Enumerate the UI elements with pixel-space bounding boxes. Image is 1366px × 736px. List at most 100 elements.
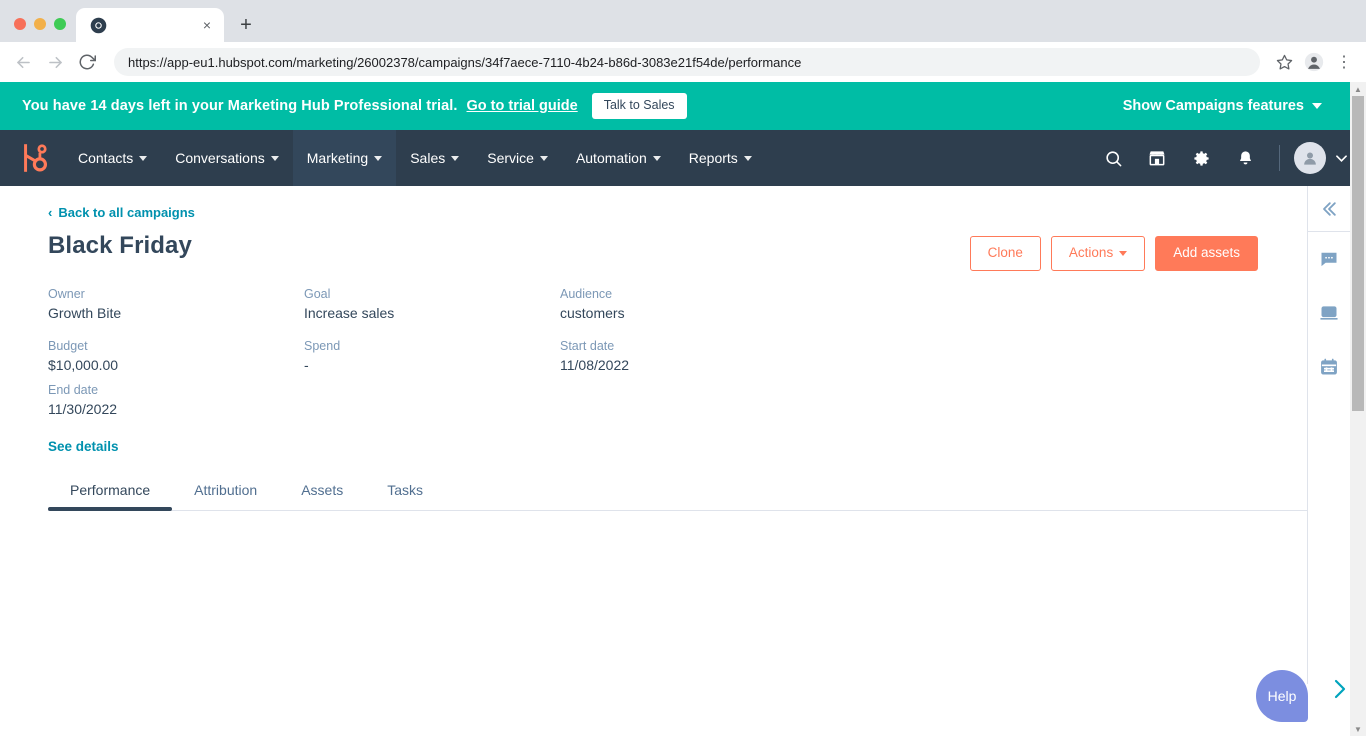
meta-audience: Audience customers — [560, 287, 948, 339]
nav-item-reports-label: Reports — [689, 150, 738, 166]
search-icon[interactable] — [1093, 138, 1133, 178]
account-menu-chevron-icon[interactable] — [1330, 138, 1352, 178]
browser-tab[interactable]: × — [76, 8, 224, 42]
chevron-left-icon: ‹ — [48, 206, 52, 219]
meta-budget-label: Budget — [48, 339, 304, 353]
back-icon[interactable] — [8, 47, 38, 77]
add-assets-button[interactable]: Add assets — [1155, 236, 1258, 271]
url-text: https://app-eu1.hubspot.com/marketing/26… — [128, 55, 801, 70]
nav-item-reports[interactable]: Reports — [675, 130, 766, 186]
new-tab-button[interactable]: + — [232, 11, 260, 39]
page-title: Black Friday — [48, 232, 192, 260]
meta-audience-label: Audience — [560, 287, 948, 301]
browser-toolbar: https://app-eu1.hubspot.com/marketing/26… — [0, 42, 1366, 82]
chevron-down-icon — [1312, 103, 1322, 109]
nav-item-sales-label: Sales — [410, 150, 445, 166]
profile-avatar-icon[interactable] — [1300, 48, 1328, 76]
page-scrollbar[interactable]: ▲ ▼ — [1350, 82, 1366, 736]
help-button[interactable]: Help — [1256, 670, 1308, 722]
tab-performance[interactable]: Performance — [48, 470, 172, 510]
page-body: ‹ Back to all campaigns Black Friday Clo… — [0, 186, 1366, 684]
hubspot-main-nav: Contacts Conversations Marketing Sales S… — [0, 130, 1366, 186]
meta-owner-value: Growth Bite — [48, 305, 304, 321]
nav-item-marketing[interactable]: Marketing — [293, 130, 396, 186]
tab-assets[interactable]: Assets — [279, 470, 365, 510]
meta-spend-label: Spend — [304, 339, 560, 353]
talk-to-sales-button[interactable]: Talk to Sales — [592, 93, 687, 119]
avatar[interactable] — [1294, 142, 1326, 174]
meta-goal-label: Goal — [304, 287, 560, 301]
chrome-icon — [90, 17, 107, 34]
bell-icon[interactable] — [1225, 138, 1265, 178]
expand-panel-chevron-icon[interactable] — [1332, 678, 1348, 706]
reload-icon[interactable] — [72, 47, 102, 77]
chevron-down-icon — [653, 156, 661, 161]
campaign-meta-grid: Owner Growth Bite Goal Increase sales Au… — [48, 287, 948, 435]
meta-enddate-value: 11/30/2022 — [48, 401, 304, 417]
minimize-window-button[interactable] — [34, 18, 46, 30]
meta-startdate-value: 11/08/2022 — [560, 357, 948, 373]
window-icon[interactable] — [1308, 286, 1350, 340]
campaign-header: ‹ Back to all campaigns Black Friday Clo… — [0, 186, 1307, 456]
hubspot-sprocket-logo[interactable] — [16, 141, 50, 175]
back-to-campaigns-label: Back to all campaigns — [58, 205, 195, 220]
tab-tasks[interactable]: Tasks — [365, 470, 445, 510]
campaign-detail-main: ‹ Back to all campaigns Black Friday Clo… — [0, 186, 1307, 684]
scroll-up-arrow-icon[interactable]: ▲ — [1350, 82, 1366, 96]
meta-audience-value: customers — [560, 305, 948, 321]
actions-button[interactable]: Actions — [1051, 236, 1145, 271]
meta-spend: Spend - — [304, 339, 560, 435]
meta-enddate-label: End date — [48, 383, 304, 397]
chevron-down-icon — [374, 156, 382, 161]
meta-spend-value: - — [304, 357, 560, 373]
back-to-campaigns-link[interactable]: ‹ Back to all campaigns — [48, 205, 195, 220]
nav-item-contacts-label: Contacts — [78, 150, 133, 166]
chat-icon[interactable] — [1308, 232, 1350, 286]
nav-item-conversations[interactable]: Conversations — [161, 130, 293, 186]
scrollbar-thumb[interactable] — [1352, 96, 1364, 411]
meta-budget: Budget $10,000.00 End date 11/30/2022 — [48, 339, 304, 435]
trial-guide-link[interactable]: Go to trial guide — [467, 98, 578, 114]
meta-budget-value: $10,000.00 — [48, 357, 304, 373]
clone-button[interactable]: Clone — [970, 236, 1041, 271]
close-window-button[interactable] — [14, 18, 26, 30]
actions-button-label: Actions — [1069, 245, 1113, 260]
gear-icon[interactable] — [1181, 138, 1221, 178]
chevron-down-icon — [1119, 251, 1127, 256]
tab-attribution[interactable]: Attribution — [172, 470, 279, 510]
marketplace-icon[interactable] — [1137, 138, 1177, 178]
show-campaigns-features-label: Show Campaigns features — [1123, 98, 1304, 114]
right-sidebar — [1307, 186, 1350, 684]
nav-item-contacts[interactable]: Contacts — [64, 130, 161, 186]
meta-owner-label: Owner — [48, 287, 304, 301]
close-tab-button[interactable]: × — [198, 16, 216, 34]
nav-item-automation[interactable]: Automation — [562, 130, 675, 186]
nav-item-service-label: Service — [487, 150, 534, 166]
chevron-down-icon — [271, 156, 279, 161]
nav-item-sales[interactable]: Sales — [396, 130, 473, 186]
trial-message: You have 14 days left in your Marketing … — [22, 98, 458, 114]
meta-goal: Goal Increase sales — [304, 287, 560, 339]
address-bar[interactable]: https://app-eu1.hubspot.com/marketing/26… — [114, 48, 1260, 76]
nav-item-conversations-label: Conversations — [175, 150, 265, 166]
nav-item-marketing-label: Marketing — [307, 150, 368, 166]
title-row: Black Friday Clone Actions Add assets — [48, 222, 1283, 271]
calendar-icon[interactable] — [1308, 340, 1350, 394]
browser-menu-icon[interactable]: ⋮ — [1330, 48, 1358, 76]
nav-item-service[interactable]: Service — [473, 130, 562, 186]
bookmark-star-icon[interactable] — [1270, 48, 1298, 76]
forward-icon[interactable] — [40, 47, 70, 77]
nav-divider — [1279, 145, 1280, 171]
scroll-down-arrow-icon[interactable]: ▼ — [1350, 722, 1366, 736]
nav-item-automation-label: Automation — [576, 150, 647, 166]
meta-owner: Owner Growth Bite — [48, 287, 304, 339]
maximize-window-button[interactable] — [54, 18, 66, 30]
collapse-sidebar-button[interactable] — [1308, 186, 1350, 232]
see-details-link[interactable]: See details — [48, 439, 119, 454]
show-campaigns-features-button[interactable]: Show Campaigns features — [1123, 98, 1344, 114]
meta-startdate: Start date 11/08/2022 — [560, 339, 948, 435]
chevron-down-icon — [451, 156, 459, 161]
chevron-down-icon — [139, 156, 147, 161]
trial-banner: You have 14 days left in your Marketing … — [0, 82, 1366, 130]
meta-startdate-label: Start date — [560, 339, 948, 353]
